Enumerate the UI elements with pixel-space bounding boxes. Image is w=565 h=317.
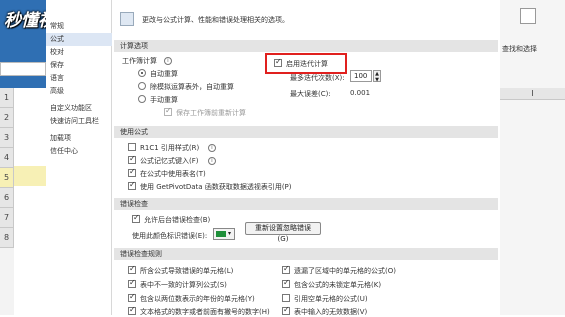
rule-label: 包含以两位数表示的年份的单元格(Y) (140, 295, 255, 303)
radio-auto-except-label: 除模拟运算表外，自动重算 (150, 83, 234, 91)
background-error-checkbox[interactable] (132, 213, 140, 223)
radio-auto-label: 自动重算 (150, 70, 178, 78)
rule-checkbox[interactable] (128, 305, 136, 315)
table-names-label: 在公式中使用表名(T) (140, 170, 206, 178)
find-select-icon[interactable] (520, 8, 536, 24)
section-working-with-formulas: 使用公式 (114, 126, 498, 138)
rule-checkbox[interactable] (128, 278, 136, 288)
nav-item-customize-ribbon[interactable]: 自定义功能区 (46, 102, 112, 115)
name-box[interactable] (0, 62, 46, 76)
table-names-checkbox[interactable] (128, 167, 136, 177)
nav-item-trust-center[interactable]: 信任中心 (46, 145, 112, 158)
header-description: 更改与公式计算、性能和错误处理相关的选项。 (142, 16, 289, 24)
nav-item-formulas[interactable]: 公式 (46, 33, 112, 46)
formula-header-icon (120, 12, 134, 26)
rule-checkbox[interactable] (128, 292, 136, 302)
error-color-picker[interactable]: ▾ (213, 228, 235, 240)
max-iterations-spinner[interactable]: ▲ ▼ (373, 70, 381, 83)
recalc-on-save-label: 保存工作簿前重新计算 (176, 109, 246, 117)
nav-item-proofing[interactable]: 校对 (46, 46, 112, 59)
nav-item-language[interactable]: 语言 (46, 72, 112, 85)
column-header[interactable]: I (500, 88, 565, 100)
nav-item-general[interactable]: 常规 (46, 20, 112, 33)
rule-checkbox[interactable] (282, 278, 290, 288)
rule-label: 表中不一致的计算列公式(S) (140, 281, 227, 289)
reset-ignored-errors-button[interactable]: 重新设置忽略错误(G) (245, 222, 321, 243)
rule-checkbox[interactable] (282, 264, 290, 274)
radio-auto[interactable] (138, 69, 146, 77)
row-header[interactable]: 5 (0, 168, 14, 188)
row-header[interactable]: 1 (0, 88, 14, 108)
spreadsheet-cells-left (14, 88, 46, 315)
nav-item-save[interactable]: 保存 (46, 59, 112, 72)
recalc-on-save-checkbox[interactable] (164, 106, 172, 116)
rule-label: 所含公式导致错误的单元格(L) (140, 267, 234, 275)
row-header[interactable]: 3 (0, 128, 14, 148)
radio-auto-except[interactable] (138, 82, 146, 90)
chevron-down-icon: ▾ (228, 230, 232, 237)
highlight-box (265, 53, 347, 74)
find-select-label[interactable]: 查找和选择 (502, 44, 537, 54)
spreadsheet-right-area: 查找和选择 I (500, 0, 565, 315)
info-icon: i (164, 57, 172, 65)
row-header[interactable]: 4 (0, 148, 14, 168)
r1c1-label: R1C1 引用样式(R) (140, 144, 200, 152)
rule-checkbox[interactable] (128, 264, 136, 274)
background-error-label: 允许后台错误检查(B) (144, 216, 211, 224)
max-iterations-label: 最多迭代次数(X): (290, 74, 345, 82)
nav-item-quick-access[interactable]: 快速访问工具栏 (46, 115, 112, 128)
section-error-checking-rules: 错误检查规则 (114, 248, 498, 260)
row-header[interactable]: 2 (0, 108, 14, 128)
nav-item-addins[interactable]: 加载项 (46, 132, 112, 145)
rule-label: 包含公式的未锁定单元格(K) (294, 281, 382, 289)
section-error-checking: 错误检查 (114, 198, 498, 210)
error-color-label: 使用此颜色标识错误(E): (132, 232, 208, 240)
row-header[interactable]: 8 (0, 228, 14, 248)
row-header[interactable]: 6 (0, 188, 14, 208)
nav-item-advanced[interactable]: 高级 (46, 85, 112, 98)
rule-label: 引用空单元格的公式(U) (294, 295, 368, 303)
rule-label: 文本格式的数字或者前面有撇号的数字(H) (140, 308, 270, 316)
formula-autocomplete-checkbox[interactable] (128, 154, 136, 164)
rule-checkbox[interactable] (282, 294, 290, 302)
radio-manual[interactable] (138, 95, 146, 103)
info-icon: i (208, 144, 216, 152)
getpivotdata-checkbox[interactable] (128, 180, 136, 190)
getpivotdata-label: 使用 GetPivotData 函数获取数据透视表引用(P) (140, 183, 292, 191)
max-iterations-input[interactable]: 100 (350, 70, 372, 82)
max-change-input[interactable]: 0.001 (350, 89, 370, 97)
color-swatch (216, 231, 226, 237)
rule-label: 表中输入的无效数据(V) (294, 308, 368, 316)
formula-autocomplete-label: 公式记忆式键入(F) (140, 157, 199, 165)
options-nav: 常规 公式 校对 保存 语言 高级 自定义功能区 快速访问工具栏 加载项 信任中… (46, 0, 112, 315)
info-icon: i (208, 157, 216, 165)
spreadsheet-left-area: 1 2 3 4 5 6 7 8 (0, 0, 46, 315)
radio-manual-label: 手动重算 (150, 96, 178, 104)
rule-label: 遗漏了区域中的单元格的公式(O) (294, 267, 396, 275)
row-header[interactable]: 7 (0, 208, 14, 228)
selected-cell-highlight (14, 166, 46, 186)
section-calc-options: 计算选项 (114, 40, 498, 52)
r1c1-checkbox[interactable] (128, 143, 136, 151)
max-change-label: 最大误差(C): (290, 90, 331, 98)
options-content: 更改与公式计算、性能和错误处理相关的选项。 计算选项 工作簿计算 i 自动重算 … (112, 0, 500, 316)
rule-checkbox[interactable] (282, 305, 290, 315)
workbook-calc-label: 工作簿计算 (122, 57, 157, 65)
